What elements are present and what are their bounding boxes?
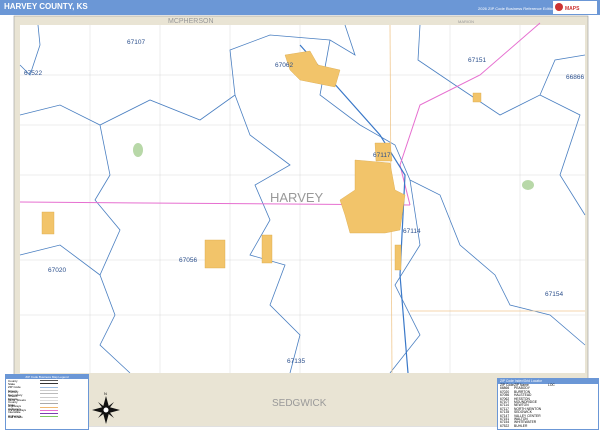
city-walton (472, 92, 482, 103)
legend-swatch (40, 399, 58, 401)
zip-label: 67020 (48, 267, 66, 274)
zip-label: 67107 (127, 39, 145, 46)
zip-label: 67135 (287, 358, 305, 365)
city-sedgwick (261, 234, 273, 264)
compass-north-label: N (104, 391, 107, 396)
zip-index-cell: 67522 (500, 423, 510, 428)
zip-label: 66866 (566, 74, 584, 81)
legend-item: Rail Roads (6, 414, 88, 419)
legend-swatch (40, 406, 58, 408)
city-newton-south (394, 244, 402, 271)
zip-label: 67117 (373, 152, 391, 159)
legend-swatch (40, 380, 58, 382)
column-header: LOC (548, 383, 555, 387)
legend-swatch (40, 390, 58, 392)
zip-label: 67522 (24, 70, 42, 77)
zip-index-row: 67522 BUHLER (498, 423, 598, 428)
legend-swatch (40, 383, 58, 385)
county-map[interactable]: HARVEY MCPHERSON MARION SEDGWICK 67107 6… (0, 15, 600, 433)
edition-label: 2026 ZIP Code Business Reference Edition (478, 6, 556, 11)
legend-swatch (40, 416, 58, 418)
legend-swatch (40, 409, 58, 411)
legend-swatch (40, 403, 58, 405)
neighbor-county-label: MARION (458, 19, 474, 24)
zip-index-cell: BUHLER (514, 423, 528, 428)
zip-label: 67114 (403, 228, 421, 235)
zip-label: 67062 (275, 62, 293, 69)
city-burrton (41, 211, 55, 235)
neighbor-county-label: SEDGWICK (272, 398, 327, 409)
legend-swatch (40, 413, 58, 415)
map-title: HARVEY COUNTY, KS (4, 2, 88, 11)
svg-text:MAPS: MAPS (565, 6, 580, 12)
legend-label: Rail Roads (8, 414, 23, 419)
publisher-logo: MAPS (553, 1, 597, 14)
legend-swatch (40, 396, 58, 398)
zip-label: 67154 (545, 291, 563, 298)
legend-swatch (40, 386, 58, 388)
legend-swatch (40, 393, 58, 395)
zip-code-index: ZIP Code Index/Grid Locator ZIP Code ZIP… (497, 378, 599, 430)
city-halstead (204, 239, 226, 269)
header: HARVEY COUNTY, KS 2026 ZIP Code Business… (0, 0, 600, 15)
zip-label: 67151 (468, 57, 486, 64)
county-label: HARVEY (270, 190, 324, 205)
zip-label: 67056 (179, 257, 197, 264)
neighbor-county-label: MCPHERSON (168, 18, 214, 25)
map-legend: ZIP Code Business Map Legend County State… (5, 374, 89, 430)
